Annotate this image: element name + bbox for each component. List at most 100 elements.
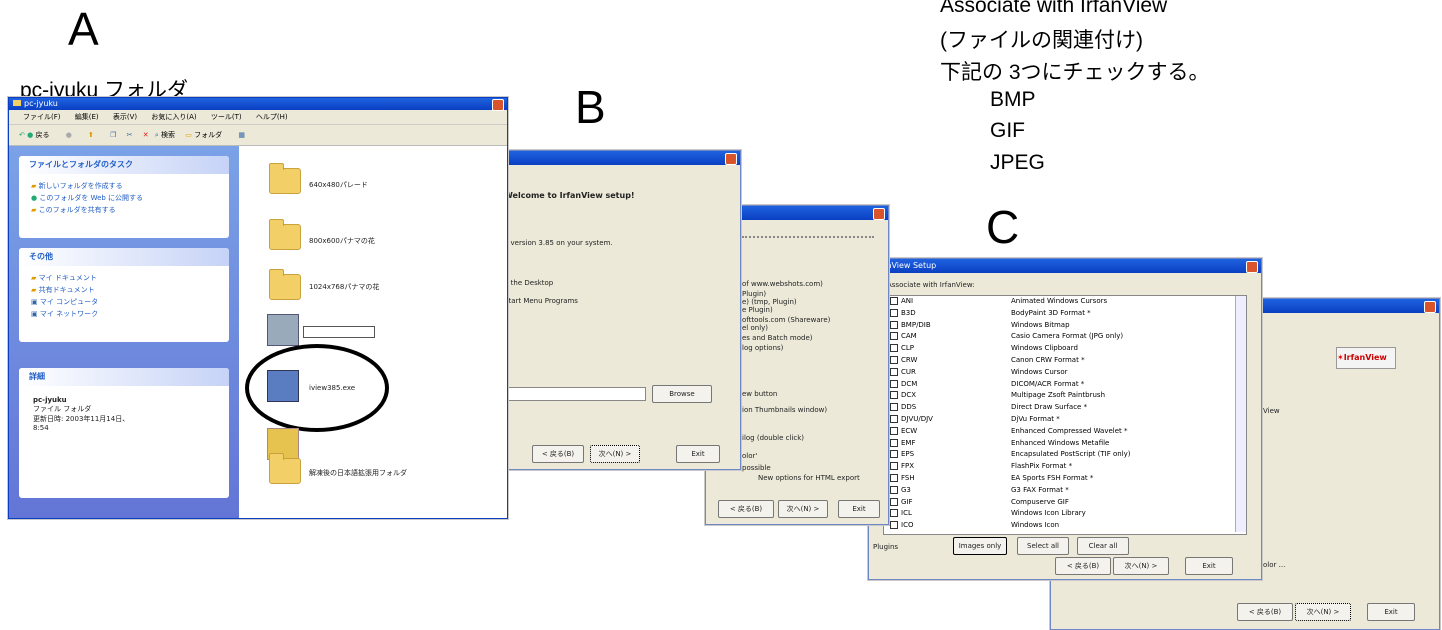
folder-icon[interactable]: [269, 269, 301, 300]
menu-favorites[interactable]: お気に入り(A): [151, 113, 196, 121]
checkbox-icon[interactable]: [890, 355, 898, 364]
details-header[interactable]: 詳細: [19, 368, 229, 386]
checkbox-icon[interactable]: [890, 344, 898, 353]
new-folder-link[interactable]: ▰ 新しいフォルダを作成する: [19, 180, 229, 192]
exit-button[interactable]: Exit: [838, 500, 880, 518]
other-places-header[interactable]: その他: [19, 248, 229, 266]
next-button[interactable]: 次へ(N) >: [778, 500, 828, 518]
delete-icon[interactable]: ✕: [143, 131, 149, 139]
extension-row[interactable]: CAM Casio Camera Format (JPG only): [884, 331, 1246, 343]
close-icon[interactable]: [492, 99, 504, 111]
search-button[interactable]: 検索: [161, 131, 175, 139]
checkbox-icon[interactable]: [890, 485, 898, 494]
menu-help[interactable]: ヘルプ(H): [256, 113, 288, 121]
checkbox-icon[interactable]: [890, 438, 898, 447]
my-computer-link[interactable]: ▣ マイ コンピュータ: [19, 296, 229, 308]
close-icon[interactable]: [1424, 301, 1436, 313]
up-folder-icon[interactable]: ⬆: [88, 131, 94, 139]
folders-icon[interactable]: ▭: [185, 131, 192, 139]
extension-row[interactable]: FSH EA Sports FSH Format *: [884, 473, 1246, 485]
extension-row[interactable]: ECW Enhanced Compressed Wavelet *: [884, 426, 1246, 438]
checkbox-icon[interactable]: [890, 497, 898, 506]
extension-row[interactable]: ICO Windows Icon: [884, 520, 1246, 532]
close-icon[interactable]: [725, 153, 737, 165]
clear-all-button[interactable]: Clear all: [1077, 537, 1129, 555]
close-icon[interactable]: [873, 208, 885, 220]
extension-row[interactable]: EPS Encapsulated PostScript (TIF only): [884, 449, 1246, 461]
folders-button[interactable]: フォルダ: [194, 131, 222, 139]
extension-row[interactable]: CRW Canon CRW Format *: [884, 355, 1246, 367]
extension-row[interactable]: ANI Animated Windows Cursors: [884, 296, 1246, 308]
extension-row[interactable]: ICL Windows Icon Library: [884, 508, 1246, 520]
checkbox-icon[interactable]: [890, 509, 898, 518]
checkbox-icon[interactable]: [890, 320, 898, 329]
checkbox-icon[interactable]: [890, 308, 898, 317]
back-button[interactable]: 戻る: [35, 131, 49, 139]
install-path-field[interactable]: [498, 387, 646, 401]
browse-button[interactable]: Browse: [652, 385, 712, 403]
checkbox-icon[interactable]: [890, 332, 898, 341]
folder-icon[interactable]: [269, 453, 301, 484]
html-export-option[interactable]: New options for HTML export: [758, 474, 860, 482]
view-icon[interactable]: ▦: [238, 131, 245, 139]
desktop-option[interactable]: n the Desktop: [504, 279, 553, 287]
extension-row[interactable]: CUR Windows Cursor: [884, 367, 1246, 379]
extension-row[interactable]: B3D BodyPaint 3D Format *: [884, 308, 1246, 320]
select-all-button[interactable]: Select all: [1017, 537, 1069, 555]
share-folder-link[interactable]: ▰ このフォルダを共有する: [19, 204, 229, 216]
extension-row[interactable]: DCM DICOM/ACR Format *: [884, 379, 1246, 391]
extension-row[interactable]: G3 G3 FAX Format *: [884, 485, 1246, 497]
my-network-link[interactable]: ▣ マイ ネットワーク: [19, 308, 229, 320]
back-button[interactable]: < 戻る(B): [532, 445, 584, 463]
checkbox-icon[interactable]: [890, 403, 898, 412]
checkbox-icon[interactable]: [890, 414, 898, 423]
next-button[interactable]: 次へ(N) >: [1113, 557, 1169, 575]
my-documents-link[interactable]: ▰ マイ ドキュメント: [19, 272, 229, 284]
exit-button[interactable]: Exit: [1185, 557, 1233, 575]
file-item-label[interactable]: 800x600パナマの花: [309, 236, 375, 246]
checkbox-icon[interactable]: [890, 379, 898, 388]
file-item-label[interactable]: 解凍後の日本語拡張用フォルダ: [309, 468, 407, 478]
extension-row[interactable]: CLP Windows Clipboard: [884, 343, 1246, 355]
checkbox-icon[interactable]: [890, 426, 898, 435]
file-item-label[interactable]: 1024x768パナマの花: [309, 282, 379, 292]
checkbox-icon[interactable]: [890, 521, 898, 530]
extension-row[interactable]: FPX FlashPix Format *: [884, 461, 1246, 473]
back-button[interactable]: < 戻る(B): [1055, 557, 1111, 575]
close-icon[interactable]: [1246, 261, 1258, 273]
menu-tools[interactable]: ツール(T): [211, 113, 242, 121]
back-button[interactable]: < 戻る(B): [718, 500, 774, 518]
extension-row[interactable]: DCX Multipage Zsoft Paintbrush: [884, 390, 1246, 402]
publish-web-link[interactable]: ● このフォルダを Web に公開する: [19, 192, 229, 204]
undo-icon[interactable]: ↶: [19, 131, 25, 139]
menu-view[interactable]: 表示(V): [113, 113, 137, 121]
scrollbar[interactable]: [1235, 296, 1246, 532]
exit-button[interactable]: Exit: [1367, 603, 1415, 621]
folder-icon[interactable]: [269, 163, 301, 194]
extension-list[interactable]: ANI Animated Windows Cursors B3D BodyPaint …: [883, 295, 1247, 535]
tasks-header[interactable]: ファイルとフォルダのタスク: [19, 156, 229, 174]
search-icon[interactable]: ⌕: [155, 131, 159, 139]
copy-icon[interactable]: ❐: [110, 131, 116, 139]
folder-icon[interactable]: [269, 219, 301, 250]
cut-icon[interactable]: ✂: [127, 131, 133, 139]
extension-row[interactable]: DJVU/DJV DjVu Format *: [884, 414, 1246, 426]
next-button[interactable]: 次へ(N) >: [590, 445, 640, 463]
file-item-label[interactable]: 640x480パレード: [309, 180, 368, 190]
checkbox-icon[interactable]: [890, 367, 898, 376]
next-button[interactable]: 次へ(N) >: [1295, 603, 1351, 621]
shared-documents-link[interactable]: ▰ 共有ドキュメント: [19, 284, 229, 296]
checkbox-icon[interactable]: [890, 473, 898, 482]
checkbox-icon[interactable]: [890, 462, 898, 471]
menu-file[interactable]: ファイル(F): [23, 113, 61, 121]
exit-button[interactable]: Exit: [676, 445, 720, 463]
back-icon[interactable]: ●: [27, 131, 33, 139]
forward-icon[interactable]: ●: [66, 131, 72, 139]
images-only-button[interactable]: Images only: [953, 537, 1007, 555]
extension-row[interactable]: EMF Enhanced Windows Metafile: [884, 438, 1246, 450]
back-button[interactable]: < 戻る(B): [1237, 603, 1293, 621]
extension-row[interactable]: DDS Direct Draw Surface *: [884, 402, 1246, 414]
file-item-label-box[interactable]: [303, 326, 375, 338]
menu-edit[interactable]: 編集(E): [75, 113, 99, 121]
installer-icon[interactable]: [267, 314, 299, 346]
